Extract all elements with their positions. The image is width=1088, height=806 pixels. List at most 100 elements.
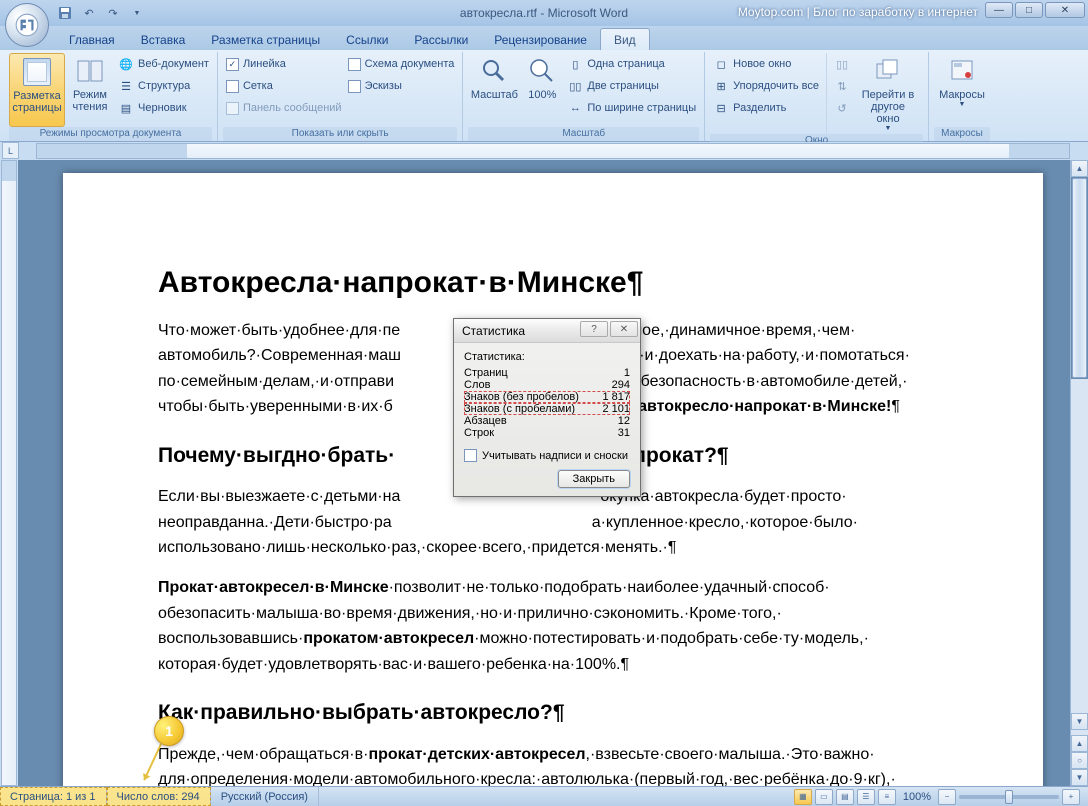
group-window: ◻Новое окно ⊞Упорядочить все ⊟Разделить … xyxy=(705,52,929,141)
tab-selector[interactable]: L xyxy=(2,142,19,159)
message-bar-checkbox[interactable]: Панель сообщений xyxy=(223,97,345,119)
arrange-all-button[interactable]: ⊞Упорядочить все xyxy=(710,75,822,97)
close-button[interactable]: ✕ xyxy=(1045,2,1085,18)
outline-button[interactable]: ☰Структура xyxy=(115,75,212,97)
heading-1: Автокресла·напрокат·в·Минске¶ xyxy=(158,263,948,304)
two-pages-button[interactable]: ▯▯Две страницы xyxy=(564,75,699,97)
draft-button[interactable]: ▤Черновик xyxy=(115,97,212,119)
new-window-button[interactable]: ◻Новое окно xyxy=(710,53,822,75)
next-page-button[interactable]: ▼ xyxy=(1071,769,1088,786)
zoom-level[interactable]: 100% xyxy=(903,791,931,803)
maximize-button[interactable]: □ xyxy=(1015,2,1043,18)
horizontal-ruler[interactable]: L xyxy=(0,142,1088,160)
statistics-table: Страниц1 Слов294 Знаков (без пробелов)1 … xyxy=(464,367,630,439)
group-macros: Макросы ▼ Макросы xyxy=(929,52,995,141)
dialog-help-button[interactable]: ? xyxy=(580,321,608,337)
scroll-thumb[interactable] xyxy=(1072,178,1087,378)
zoom-out-button[interactable]: − xyxy=(938,789,956,805)
ruler-ticks xyxy=(37,145,1069,159)
zoom-in-button[interactable]: + xyxy=(1062,789,1080,805)
ruler-track[interactable] xyxy=(36,143,1070,159)
include-footnotes-checkbox[interactable]: Учитывать надписи и сноски xyxy=(464,449,630,462)
browse-object-button[interactable]: ○ xyxy=(1071,752,1088,769)
group-show-hide: ✓Линейка Сетка Панель сообщений Схема до… xyxy=(218,52,463,141)
view-print-layout-button[interactable]: ▦ xyxy=(794,789,812,805)
paragraph: которая·будет·удовлетворять·вас·и·вашего… xyxy=(158,654,948,676)
ruler-checkbox[interactable]: ✓Линейка xyxy=(223,53,345,75)
stat-row-paragraphs: Абзацев12 xyxy=(464,415,630,427)
dialog-close-action-button[interactable]: Закрыть xyxy=(558,470,630,488)
qat-dropdown-icon[interactable]: ▼ xyxy=(128,4,146,22)
view-draft-button[interactable]: ≡ xyxy=(878,789,896,805)
gridlines-checkbox[interactable]: Сетка xyxy=(223,75,345,97)
redo-icon[interactable]: ↷ xyxy=(104,4,122,22)
split-button[interactable]: ⊟Разделить xyxy=(710,97,822,119)
side-by-side-button[interactable]: ▯▯ xyxy=(831,53,853,75)
view-web-button[interactable]: ▤ xyxy=(836,789,854,805)
scroll-up-button[interactable]: ▲ xyxy=(1071,160,1088,177)
stat-row-lines: Строк31 xyxy=(464,427,630,439)
dialog-title: Статистика xyxy=(462,324,525,338)
status-language[interactable]: Русский (Россия) xyxy=(211,787,319,806)
vertical-ruler[interactable] xyxy=(0,160,18,786)
reading-layout-button[interactable]: Режим чтения xyxy=(65,53,115,127)
tab-view[interactable]: Вид xyxy=(600,28,650,50)
tab-mailings[interactable]: Рассылки xyxy=(401,29,481,50)
paragraph: обезопасить·малыша·во·время·движения,·но… xyxy=(158,603,948,625)
document-map-checkbox[interactable]: Схема документа xyxy=(345,53,458,75)
status-word-count[interactable]: Число слов: 294 xyxy=(107,787,211,806)
paragraph: неоправданна.·Дети·быстро·раа·купленное·… xyxy=(158,512,948,534)
scroll-down-button[interactable]: ▼ xyxy=(1071,713,1088,730)
tab-references[interactable]: Ссылки xyxy=(333,29,401,50)
zoom-100-button[interactable]: 100% xyxy=(520,53,564,127)
two-pages-icon: ▯▯ xyxy=(567,78,583,94)
arrange-icon: ⊞ xyxy=(713,78,729,94)
status-page[interactable]: Страница: 1 из 1 xyxy=(0,787,107,806)
scroll-track[interactable] xyxy=(1071,379,1088,713)
new-window-icon: ◻ xyxy=(713,56,729,72)
tab-review[interactable]: Рецензирование xyxy=(481,29,600,50)
dialog-close-button[interactable]: ✕ xyxy=(610,321,638,337)
vertical-scrollbar[interactable]: ▲ ▼ ▲ ○ ▼ xyxy=(1070,160,1088,786)
page-width-button[interactable]: ↔По ширине страницы xyxy=(564,97,699,119)
print-layout-label: Разметка страницы xyxy=(12,90,61,114)
macros-button[interactable]: Макросы ▼ xyxy=(934,53,990,127)
print-layout-button[interactable]: Разметка страницы xyxy=(9,53,65,127)
checkbox-icon xyxy=(464,449,477,462)
stat-row-chars-with-spaces: Знаков (с пробелами)2 101 xyxy=(464,403,630,415)
paragraph: воспользовавшись·прокатом·автокресел·мож… xyxy=(158,628,948,650)
switch-windows-icon xyxy=(872,55,904,87)
paragraph: Прокат·автокресел·в·Минске·позволит·не·т… xyxy=(158,577,948,599)
save-icon[interactable] xyxy=(56,4,74,22)
minimize-button[interactable]: — xyxy=(985,2,1013,18)
macros-icon xyxy=(946,55,978,87)
prev-page-button[interactable]: ▲ xyxy=(1071,735,1088,752)
tab-insert[interactable]: Вставка xyxy=(128,29,199,50)
thumbnails-checkbox[interactable]: Эскизы xyxy=(345,75,458,97)
zoom-slider-thumb[interactable] xyxy=(1005,790,1013,804)
view-outline-button[interactable]: ☰ xyxy=(857,789,875,805)
print-layout-icon xyxy=(23,58,51,86)
switch-windows-button[interactable]: Перейти в другое окно ▼ xyxy=(853,53,923,134)
quick-access-toolbar: ↶ ↷ ▼ xyxy=(56,4,146,22)
tab-home[interactable]: Главная xyxy=(56,29,128,50)
group-show-label: Показать или скрыть xyxy=(223,127,457,141)
statistics-dialog: Статистика ? ✕ Статистика: Страниц1 Слов… xyxy=(453,318,641,497)
dialog-titlebar[interactable]: Статистика ? ✕ xyxy=(454,319,640,343)
group-zoom: Масштаб 100% ▯Одна страница ▯▯Две страни… xyxy=(463,52,705,141)
view-reading-button[interactable]: ▭ xyxy=(815,789,833,805)
stat-row-chars-no-spaces: Знаков (без пробелов)1 817 xyxy=(464,391,630,403)
undo-icon[interactable]: ↶ xyxy=(80,4,98,22)
sync-scroll-button[interactable]: ⇅ xyxy=(831,75,853,97)
tab-pagelayout[interactable]: Разметка страницы xyxy=(198,29,333,50)
web-layout-button[interactable]: 🌐Веб-документ xyxy=(115,53,212,75)
window-buttons: — □ ✕ xyxy=(983,2,1085,18)
titlebar: ↶ ↷ ▼ автокресла.rtf - Microsoft Word Mo… xyxy=(0,0,1088,26)
checkbox-icon xyxy=(348,80,361,93)
office-button[interactable] xyxy=(5,3,49,47)
reset-position-button[interactable]: ↺ xyxy=(831,97,853,119)
one-page-button[interactable]: ▯Одна страница xyxy=(564,53,699,75)
zoom-slider[interactable] xyxy=(959,795,1059,799)
zoom-button[interactable]: Масштаб xyxy=(468,53,520,127)
zoom-100-icon xyxy=(526,55,558,87)
